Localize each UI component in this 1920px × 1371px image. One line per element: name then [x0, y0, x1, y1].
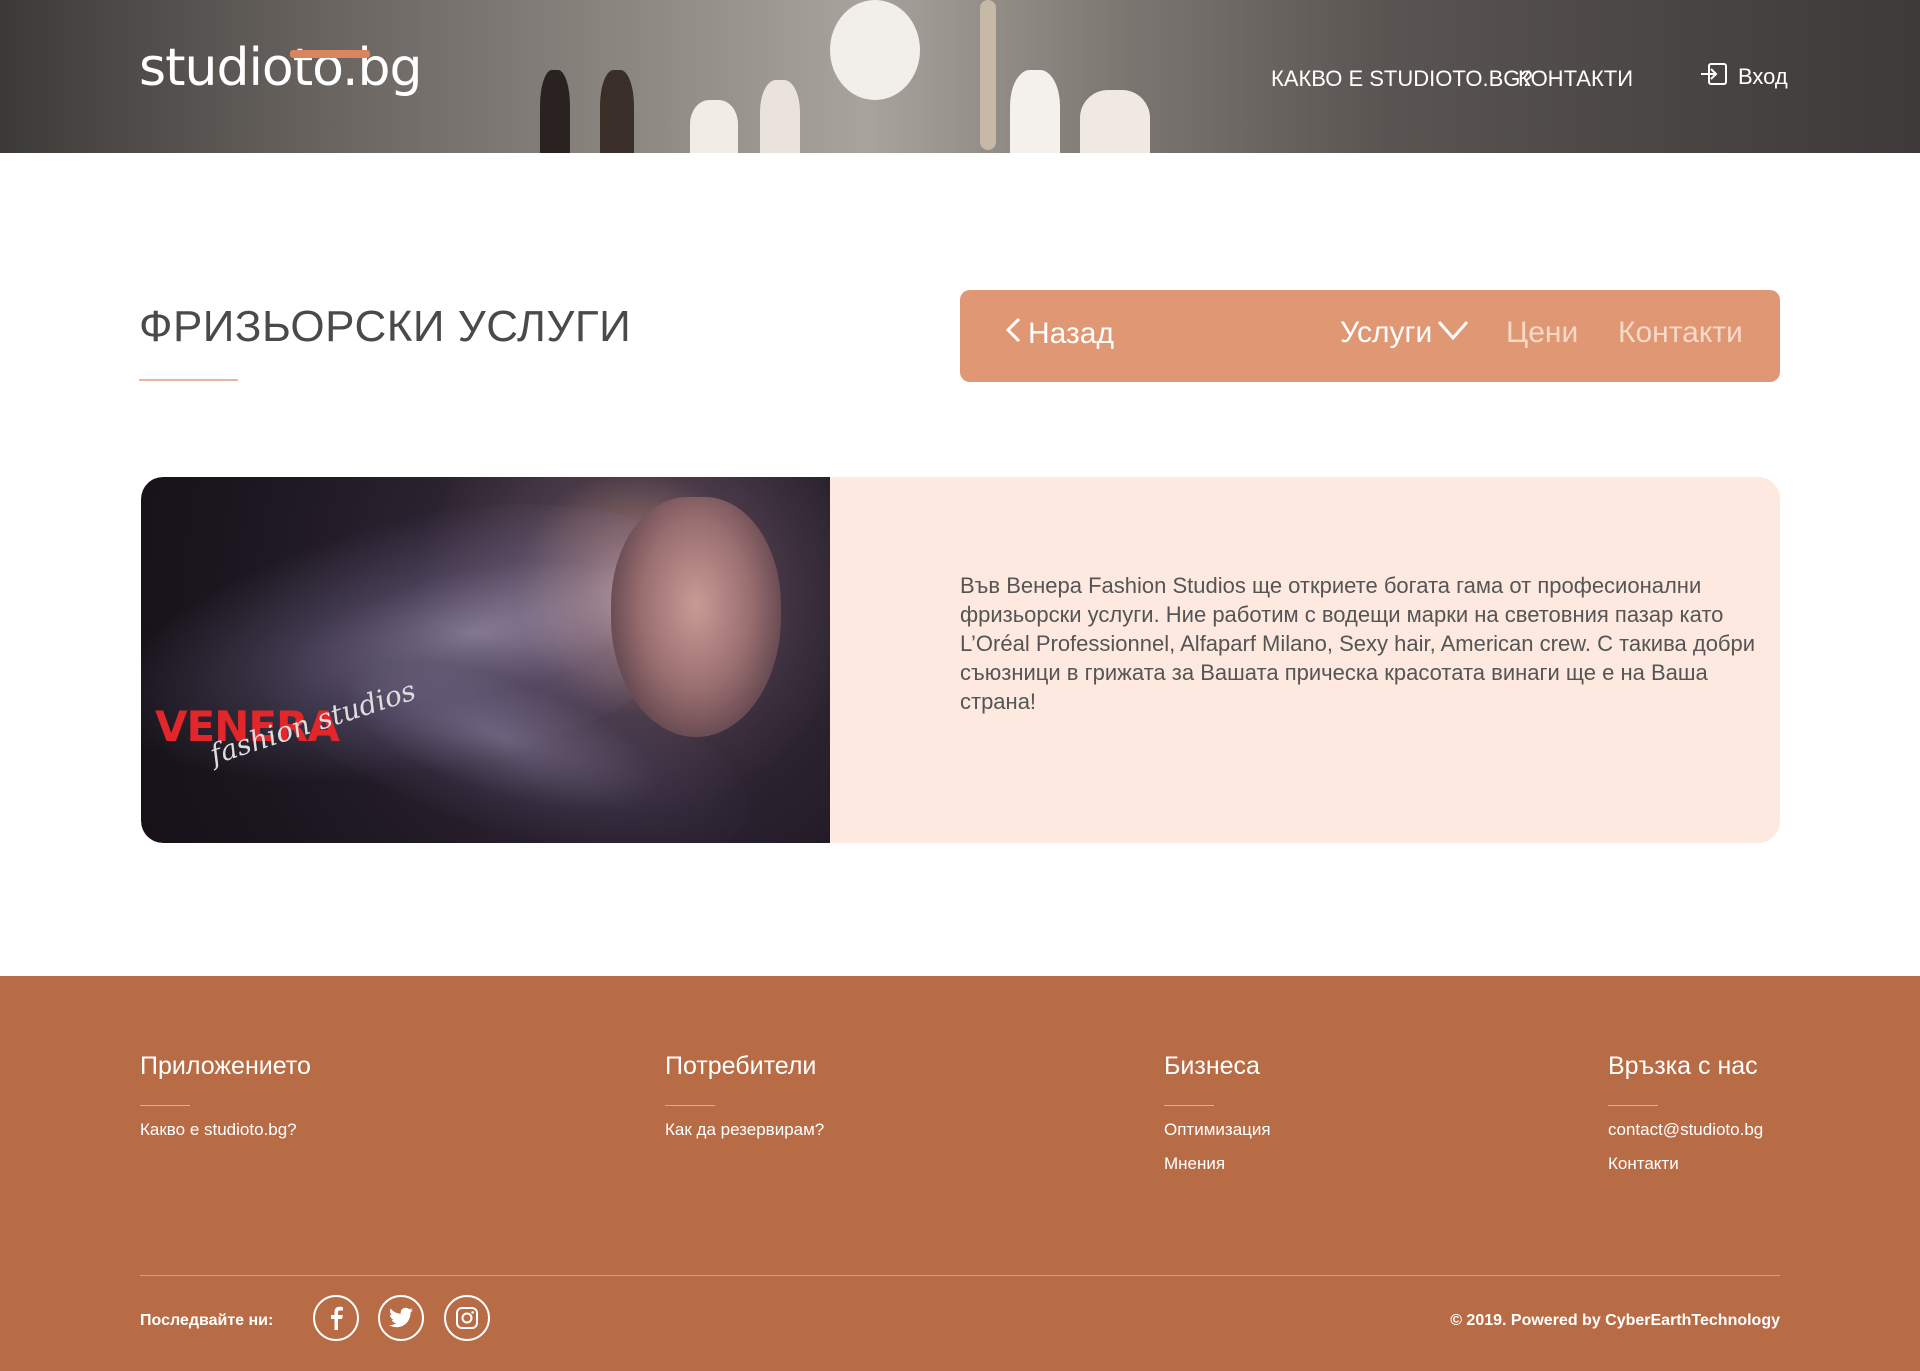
footer-col-contact: Връзка с нас contact@studioto.bg Контакт… [1608, 1052, 1763, 1188]
service-subnav: Назад Услуги Цени Контакти [960, 290, 1780, 382]
services-dropdown[interactable]: Услуги [1340, 316, 1470, 350]
footer-col-underline [1164, 1105, 1214, 1106]
footer-link-email[interactable]: contact@studioto.bg [1608, 1120, 1763, 1140]
facebook-icon[interactable] [313, 1295, 359, 1341]
salon-description: Във Венера Fashion Studios ще откриете б… [960, 573, 1756, 714]
page-title: ФРИЗЬОРСКИ УСЛУГИ [139, 302, 632, 351]
footer-col-title: Потребители [665, 1052, 817, 1080]
brush-decoration [1010, 70, 1060, 153]
footer-col-underline [1608, 1105, 1658, 1106]
chevron-down-icon [1436, 316, 1470, 350]
footer-col-title: Връзка с нас [1608, 1052, 1758, 1080]
footer-col-title: Приложението [140, 1052, 311, 1080]
salon-card: VENERA fashion studios Във Венера Fashio… [141, 477, 1780, 843]
site-footer: Приложението Какво е studioto.bg? Потреб… [0, 976, 1920, 1371]
footer-link-what-is[interactable]: Какво е studioto.bg? [140, 1120, 311, 1140]
brush-decoration [760, 80, 800, 153]
title-underline [139, 379, 238, 381]
brush-decoration [830, 0, 920, 100]
model-face [611, 497, 781, 737]
footer-col-users: Потребители Как да резервирам? [665, 1052, 824, 1154]
nav-contacts[interactable]: КОНТАКТИ [1518, 66, 1633, 92]
login-icon [1700, 62, 1728, 92]
brush-decoration [540, 70, 570, 153]
footer-link-optimization[interactable]: Оптимизация [1164, 1120, 1271, 1140]
copyright: © 2019. Powered by CyberEarthTechnology [1450, 1312, 1780, 1329]
footer-col-underline [140, 1105, 190, 1106]
brush-decoration [690, 100, 738, 153]
footer-link-opinions[interactable]: Мнения [1164, 1154, 1271, 1174]
footer-link-contacts[interactable]: Контакти [1608, 1154, 1763, 1174]
services-label: Услуги [1340, 316, 1433, 349]
instagram-icon[interactable] [444, 1295, 490, 1341]
footer-divider [140, 1275, 1780, 1276]
tab-prices[interactable]: Цени [1506, 316, 1578, 350]
salon-image: VENERA fashion studios [141, 477, 830, 843]
back-label: Назад [1028, 317, 1114, 350]
footer-col-app: Приложението Какво е studioto.bg? [140, 1052, 311, 1154]
login-label: Вход [1738, 64, 1788, 89]
footer-col-title: Бизнеса [1164, 1052, 1260, 1080]
brush-decoration [1080, 90, 1150, 153]
logo-comb-mark [290, 50, 370, 58]
follow-label: Последвайте ни: [140, 1312, 274, 1329]
footer-link-how-to-book[interactable]: Как да резервирам? [665, 1120, 824, 1140]
nav-what-is[interactable]: КАКВО Е STUDIOTO.BG? [1271, 66, 1533, 92]
brush-decoration [600, 70, 634, 153]
twitter-icon[interactable] [378, 1295, 424, 1341]
footer-col-business: Бизнеса Оптимизация Мнения [1164, 1052, 1271, 1188]
site-logo[interactable]: studioto.bg [139, 38, 423, 98]
login-button[interactable]: Вход [1700, 62, 1788, 92]
footer-col-underline [665, 1105, 715, 1106]
back-button[interactable]: Назад [1004, 316, 1114, 352]
chevron-left-icon [1004, 316, 1022, 352]
tab-contacts[interactable]: Контакти [1618, 316, 1743, 350]
site-header: studioto.bg КАКВО Е STUDIOTO.BG? КОНТАКТ… [0, 0, 1920, 153]
brush-decoration [980, 0, 996, 150]
